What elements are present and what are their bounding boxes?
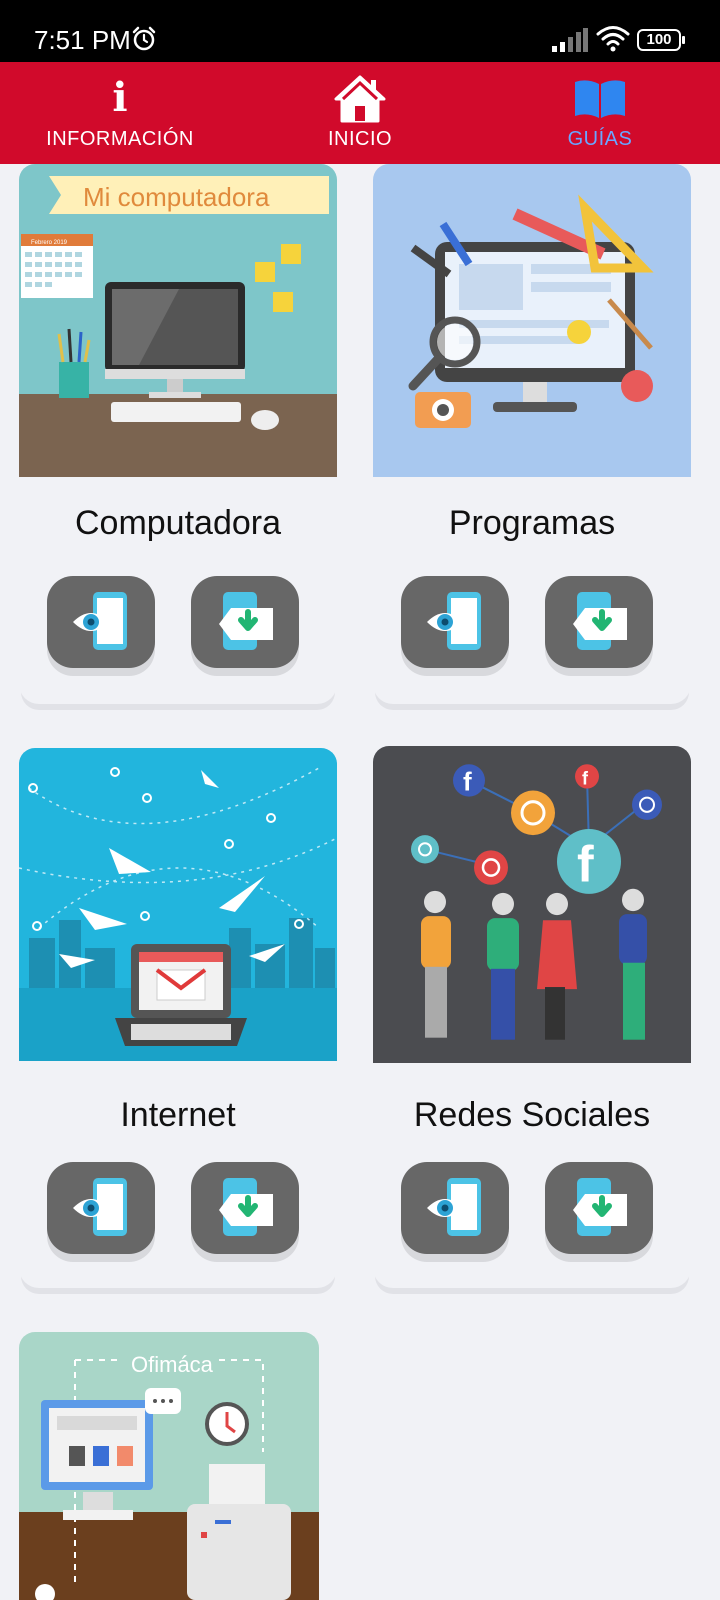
svg-text:f: f — [463, 766, 472, 796]
guide-image-computadora[interactable]: Mi computadora Febrero 2019 — [19, 164, 337, 477]
guide-card-internet: Internet — [19, 748, 337, 1288]
download-guide-button[interactable] — [545, 1162, 653, 1254]
download-document-icon — [219, 592, 273, 650]
image-banner-text: Mi computadora — [83, 182, 270, 212]
guide-card-redes-sociales: f f f Redes Sociales — [373, 746, 691, 1288]
guide-card-programas: Programas — [373, 164, 691, 704]
tab-label: INFORMACIÓN — [46, 128, 194, 150]
guide-title: Computadora — [74, 504, 281, 542]
guide-card-ofimatica: Ofimáca — [19, 1332, 337, 1600]
app-screen: 7:51 PM 100 i INFORMACIÓN INICIO GUÍAS M… — [0, 0, 720, 1600]
view-document-icon — [73, 592, 127, 650]
calendar-text: Febrero 2019 — [31, 240, 68, 246]
view-guide-button[interactable] — [47, 1162, 155, 1254]
download-document-icon — [219, 1178, 273, 1236]
guide-title: Internet — [120, 1096, 236, 1134]
alarm-icon — [132, 26, 156, 51]
tab-informacion[interactable]: i INFORMACIÓN — [20, 62, 220, 164]
svg-text:f: f — [577, 835, 594, 892]
tab-guias[interactable]: GUÍAS — [500, 62, 700, 164]
view-document-icon — [427, 1178, 481, 1236]
guide-image-redes-sociales[interactable]: f f f — [373, 746, 691, 1063]
guide-image-ofimatica[interactable]: Ofimáca — [19, 1332, 319, 1600]
guide-image-internet[interactable] — [19, 748, 337, 1061]
svg-text:f: f — [582, 768, 589, 788]
status-bar: 7:51 PM 100 — [0, 0, 720, 62]
info-icon: i — [112, 74, 128, 121]
view-guide-button[interactable] — [401, 576, 509, 668]
guide-title: Redes Sociales — [413, 1096, 651, 1134]
download-guide-button[interactable] — [545, 576, 653, 668]
tab-label: GUÍAS — [567, 128, 633, 150]
tab-inicio[interactable]: INICIO — [260, 62, 460, 164]
view-document-icon — [73, 1178, 127, 1236]
app-header: i INFORMACIÓN INICIO GUÍAS — [0, 62, 720, 164]
view-guide-button[interactable] — [401, 1162, 509, 1254]
tab-label: INICIO — [327, 128, 393, 150]
image-banner-text: Ofimáca — [131, 1352, 214, 1377]
guide-card-computadora: Mi computadora Febrero 2019 Computadora — [19, 164, 337, 704]
home-icon — [334, 75, 386, 123]
status-time: 7:51 PM — [34, 25, 131, 55]
battery-icon: 100 — [637, 29, 685, 51]
download-guide-button[interactable] — [191, 576, 299, 668]
wifi-icon — [596, 26, 630, 52]
book-icon — [575, 80, 625, 118]
download-document-icon — [573, 1178, 627, 1236]
guide-title: Programas — [448, 504, 616, 542]
download-document-icon — [573, 592, 627, 650]
signal-icon — [552, 28, 588, 52]
view-guide-button[interactable] — [47, 576, 155, 668]
download-guide-button[interactable] — [191, 1162, 299, 1254]
guide-image-programas[interactable] — [373, 164, 691, 477]
view-document-icon — [427, 592, 481, 650]
